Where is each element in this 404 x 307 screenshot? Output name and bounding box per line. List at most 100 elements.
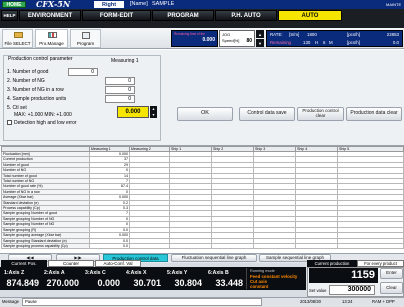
- tab-auto-conf[interactable]: Auto-Conf. Val: [95, 260, 141, 267]
- detection-checkbox[interactable]: [7, 120, 12, 125]
- remaining-label: Remaining: [270, 40, 291, 45]
- axis-name: 5:Axis Y: [167, 270, 188, 276]
- axis-name: 6:Axis B: [208, 270, 229, 276]
- running-mode-panel: Running mode Feed constant velocity Cut …: [246, 268, 304, 289]
- axis-box: 6:Axis B 33.448: [205, 268, 245, 289]
- production-control-clear-button[interactable]: Production control clear: [297, 107, 344, 121]
- rate-number: 1800: [307, 32, 317, 37]
- rate-unit-pcs: [pcs/h]: [347, 32, 360, 37]
- empty-cell: [169, 242, 212, 250]
- chart-icon: [48, 32, 57, 38]
- axis-box: 5:Axis Y 30.804: [164, 268, 204, 289]
- program-label: Program: [76, 41, 95, 46]
- name-label: [Name]: [130, 1, 148, 7]
- program-icon: [82, 32, 90, 39]
- file-select-label: File SELECT: [4, 41, 31, 46]
- enter-button[interactable]: Enter: [380, 268, 403, 279]
- pro-manage-button[interactable]: Pro.Manage: [35, 29, 68, 48]
- min-max-label: MAX: +1.000 MIN: +1.000: [14, 112, 72, 118]
- measuring-label: Measuring 1: [111, 58, 139, 64]
- param-input-sample[interactable]: 0: [105, 95, 135, 103]
- rate-panel: RATE: [S/m] 1800 [pcs/h] 22853 Remaining…: [266, 30, 403, 47]
- pro-manage-label: Pro.Manage: [39, 41, 64, 46]
- axis-value: 30.804: [174, 278, 202, 288]
- axis-name: 2:Axis A: [44, 270, 65, 276]
- rate-label: RATE:: [270, 32, 283, 37]
- param-label-ng: 2. Number of NG: [7, 78, 45, 84]
- measuring-value: 0.0: [89, 242, 130, 250]
- status-date: 2013/08/30: [300, 299, 321, 304]
- message-label: Message: [2, 299, 19, 304]
- speed-value: 80: [246, 38, 252, 44]
- cut-set-label: 5. Ctl set: [7, 105, 27, 111]
- remaining-unit: [pcs/h]: [347, 40, 360, 45]
- axis-box: 1:Axis Z 874.849: [1, 268, 41, 289]
- jog-label: JOG: [222, 32, 231, 37]
- axis-value: 30.701: [133, 278, 161, 288]
- remaining-time-value: 0.000: [202, 37, 215, 43]
- remaining-m-unit: M: [329, 40, 333, 45]
- speed-up-button[interactable]: ▲: [256, 30, 264, 38]
- param-input-ng-row[interactable]: 0: [105, 86, 135, 94]
- folder-icon: [14, 32, 23, 38]
- rate-unit-s: [S/m]: [289, 32, 300, 37]
- ok-button[interactable]: OK: [177, 107, 233, 121]
- tolerance-value[interactable]: 0.000: [117, 106, 149, 118]
- empty-cell: [211, 242, 254, 250]
- production-count: 1159: [309, 268, 378, 283]
- remaining-hours: 130: [303, 40, 311, 45]
- rate-right-value: 22853: [386, 32, 399, 37]
- clear-button[interactable]: Clear: [380, 282, 403, 294]
- file-select-button[interactable]: File SELECT: [2, 29, 33, 48]
- remaining-panel: Remaining time of the 0.000: [171, 30, 218, 47]
- menu-help[interactable]: HELP: [1, 10, 18, 21]
- speed-down-button[interactable]: ▼: [256, 39, 264, 47]
- menu-program[interactable]: PROGRAM: [152, 10, 214, 21]
- remaining-h-unit: H: [315, 40, 319, 45]
- status-ram: RAM + DPP: [372, 299, 395, 304]
- param-input-good[interactable]: 0: [68, 68, 98, 76]
- axis-value: 270.000: [46, 278, 79, 288]
- axis-box: 3:Axis C 0.000: [82, 268, 122, 289]
- remaining-right-value: 0.0: [392, 40, 399, 45]
- set-value-input[interactable]: 300000: [329, 285, 375, 295]
- speed-panel: JOG Speed[%] 80: [219, 30, 255, 47]
- tolerance-down-button[interactable]: ▼: [150, 112, 157, 118]
- param-label-sample: 4. Sample production units: [7, 96, 67, 102]
- parameter-title: Production control parameter: [8, 56, 73, 62]
- axis-name: 4:Axis X: [126, 270, 147, 276]
- axis-value: 33.448: [215, 278, 243, 288]
- tab-current-pos[interactable]: Current Pos.: [1, 260, 47, 267]
- table-row: Sample grouping process capability (Cp) 0…: [1, 242, 404, 250]
- remaining-minutes: 6: [323, 40, 326, 45]
- production-data-table: Measuring 1 Measuring 2 Ship 1 Ship 2 Ship 3…: [1, 146, 404, 250]
- tab-every-product[interactable]: For every product: [357, 260, 404, 267]
- mainte-label[interactable]: MAINTE: [386, 1, 401, 8]
- param-label-ng-row: 3. Number of NG in a row: [7, 87, 64, 93]
- app-logo: CFX-5N: [36, 0, 71, 9]
- axis-name: 1:Axis Z: [4, 270, 25, 276]
- empty-cell: [129, 242, 170, 250]
- menu-auto[interactable]: AUTO: [278, 10, 342, 21]
- param-label-good: 1. Number of good: [7, 69, 49, 75]
- empty-cell: [337, 242, 404, 250]
- home-button[interactable]: HOME: [2, 1, 26, 8]
- control-data-save-button[interactable]: Control data save: [239, 107, 295, 121]
- tab-fluctuation-graph[interactable]: Fluctuation sequential line graph: [171, 254, 257, 262]
- running-mode-label: Running mode: [250, 269, 275, 273]
- menu-form-edit[interactable]: FORM-EDIT: [82, 10, 151, 21]
- menu-ph-auto[interactable]: P.H. AUTO: [215, 10, 277, 21]
- tab-current-production[interactable]: Current production: [307, 260, 357, 267]
- tab-counter[interactable]: Counter: [48, 260, 94, 267]
- message-field: Pause: [22, 298, 262, 306]
- param-input-ng[interactable]: 0: [105, 77, 135, 85]
- production-data-clear-button[interactable]: Production data clear: [346, 107, 402, 121]
- program-button[interactable]: Program: [70, 29, 101, 48]
- axis-value: 874.849: [6, 278, 39, 288]
- menu-environment[interactable]: ENVIRONMENT: [19, 10, 81, 21]
- empty-cell: [295, 242, 338, 250]
- status-time: 13:24: [342, 299, 353, 304]
- table-body: Fluctuation [mm] 0.000 Current production 3…: [1, 150, 404, 250]
- speed-label: Speed[%]: [222, 38, 240, 43]
- running-mode-line3: constant: [250, 284, 269, 289]
